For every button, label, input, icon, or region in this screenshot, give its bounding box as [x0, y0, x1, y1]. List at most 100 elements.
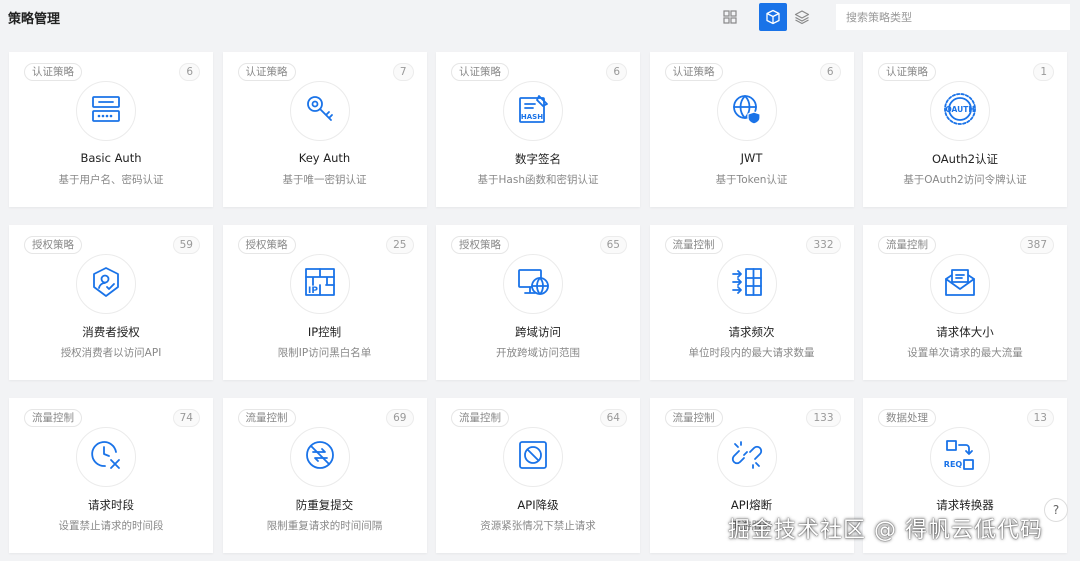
usage-count-badge: 7: [392, 63, 414, 81]
cross-domain-icon: [515, 265, 551, 303]
policy-card-10[interactable]: 流量控制 387 请求体大小 设置单次请求的最大流量: [863, 225, 1067, 380]
policy-card-2[interactable]: 认证策略 7 Key Auth 基于唯一密钥认证: [222, 52, 427, 207]
key-icon: [303, 92, 337, 130]
grid-view-button[interactable]: [716, 3, 744, 31]
policy-name: 跨域访问: [515, 325, 561, 339]
usage-count-badge: 59: [172, 236, 200, 254]
category-tag: 授权策略: [237, 236, 296, 254]
category-tag: 授权策略: [24, 236, 82, 254]
policy-card-7[interactable]: 授权策略 25 IP IP控制 限制IP访问黑白名单: [222, 225, 427, 380]
policy-description: 设置单次请求的最大流量: [907, 347, 1023, 359]
help-button[interactable]: ?: [1044, 498, 1068, 522]
usage-count-badge: 74: [172, 409, 200, 427]
svg-text:IP: IP: [308, 286, 318, 296]
category-tag: 授权策略: [451, 236, 509, 254]
policy-name: 数字签名: [515, 152, 561, 166]
policy-description: 限制重复请求的时间间隔: [266, 520, 383, 532]
layer-view-button[interactable]: [788, 3, 816, 31]
policy-name: Basic Auth: [80, 151, 142, 165]
usage-count-badge: 387: [1019, 236, 1054, 254]
icon-circle: HASH: [503, 81, 563, 141]
usage-count-badge: 64: [599, 409, 627, 427]
clock-block-icon: [89, 438, 123, 476]
policy-description: 开放跨域访问范围: [496, 347, 580, 359]
policy-card-9[interactable]: 流量控制 332 请求频次 单位时段内的最大请求数量: [649, 225, 854, 380]
basic-auth-icon: [89, 92, 123, 130]
policy-card-12[interactable]: 流量控制 69 防重复提交 限制重复请求的时间间隔: [222, 398, 427, 553]
watermark: 掘金技术社区 @ 得帆云低代码: [728, 518, 1043, 543]
policy-description: 设置禁止请求的时间段: [58, 520, 164, 532]
search-input[interactable]: [836, 4, 1070, 30]
policy-description: 授权消费者以访问API: [60, 347, 162, 359]
policy-name: 请求频次: [728, 325, 775, 339]
policy-card-8[interactable]: 授权策略 65 跨域访问 开放跨域访问范围: [436, 225, 640, 380]
policy-name: 请求体大小: [936, 325, 994, 339]
category-tag: 流量控制: [664, 409, 723, 427]
icon-circle: [716, 81, 777, 141]
policy-description: 基于Token认证: [715, 174, 788, 186]
icon-circle: REQ: [930, 427, 990, 487]
category-tag: 认证策略: [664, 63, 723, 81]
icon-circle: [289, 81, 350, 141]
icon-circle: IP: [289, 254, 350, 314]
icon-circle: [716, 427, 777, 487]
policy-card-4[interactable]: 认证策略 6 JWT 基于Token认证: [649, 52, 854, 207]
category-tag: 流量控制: [664, 236, 723, 254]
usage-count-badge: 65: [599, 236, 627, 254]
category-tag: 数据处理: [878, 409, 936, 427]
usage-count-badge: 13: [1026, 409, 1054, 427]
policy-name: API降级: [517, 498, 559, 512]
policy-name: API熔断: [730, 498, 773, 512]
category-tag: 流量控制: [24, 409, 82, 427]
category-tag: 流量控制: [878, 236, 936, 254]
policy-description: 单位时段内的最大请求数量: [688, 347, 815, 359]
grid-view-icon: [723, 10, 737, 24]
icon-circle: OAUTH: [930, 81, 990, 141]
policy-description: 基于唯一密钥认证: [282, 174, 367, 186]
policy-name: 消费者授权: [82, 325, 140, 339]
card-view-button[interactable]: [759, 3, 787, 31]
icon-circle: [76, 254, 136, 314]
oauth-seal-icon: OAUTH: [941, 90, 979, 132]
policy-name: IP控制: [307, 325, 342, 339]
icon-circle: [76, 427, 136, 487]
usage-count-badge: 6: [819, 63, 841, 81]
policy-card-6[interactable]: 授权策略 59 消费者授权 授权消费者以访问API: [9, 225, 213, 380]
category-tag: 认证策略: [451, 63, 509, 81]
request-rate-icon: [729, 265, 765, 303]
policy-card-grid: 认证策略 6 Basic Auth 基于用户名、密码认证 认证策略 7 Key …: [9, 52, 1067, 553]
icon-circle: [503, 254, 563, 314]
svg-text:REQ: REQ: [944, 460, 963, 469]
usage-count-badge: 332: [806, 236, 841, 254]
svg-text:HASH: HASH: [521, 113, 543, 121]
ip-wall-icon: IP: [302, 265, 338, 303]
policy-card-3[interactable]: 认证策略 6 HASH 数字签名 基于Hash函数和密钥认证: [436, 52, 640, 207]
category-tag: 认证策略: [24, 63, 82, 81]
layers-icon: [794, 10, 810, 25]
policy-name: 防重复提交: [295, 498, 354, 512]
usage-count-badge: 6: [179, 63, 200, 81]
policy-card-11[interactable]: 流量控制 74 请求时段 设置禁止请求的时间段: [9, 398, 213, 553]
icon-circle: [930, 254, 990, 314]
hash-signature-icon: HASH: [515, 92, 551, 130]
icon-circle: [289, 427, 350, 487]
policy-name: JWT: [740, 151, 763, 165]
category-tag: 认证策略: [237, 63, 296, 81]
broken-link-icon: [730, 438, 764, 476]
category-tag: 认证策略: [878, 63, 936, 81]
policy-card-13[interactable]: 流量控制 64 API降级 资源紧张情况下禁止请求: [436, 398, 640, 553]
policy-card-5[interactable]: 认证策略 1 OAUTH OAuth2认证 基于OAuth2访问令牌认证: [863, 52, 1067, 207]
policy-name: Key Auth: [298, 151, 351, 165]
usage-count-badge: 133: [806, 409, 841, 427]
top-bar: 策略管理: [0, 0, 1080, 38]
envelope-icon: [942, 265, 978, 303]
usage-count-badge: 6: [606, 63, 627, 81]
policy-card-1[interactable]: 认证策略 6 Basic Auth 基于用户名、密码认证: [9, 52, 213, 207]
cube-icon: [766, 9, 780, 25]
policy-name: 请求转换器: [936, 498, 994, 512]
category-tag: 流量控制: [237, 409, 296, 427]
icon-circle: [716, 254, 777, 314]
policy-description: 基于用户名、密码认证: [58, 174, 164, 186]
no-repeat-icon: [303, 438, 337, 476]
policy-name: 请求时段: [88, 498, 134, 512]
